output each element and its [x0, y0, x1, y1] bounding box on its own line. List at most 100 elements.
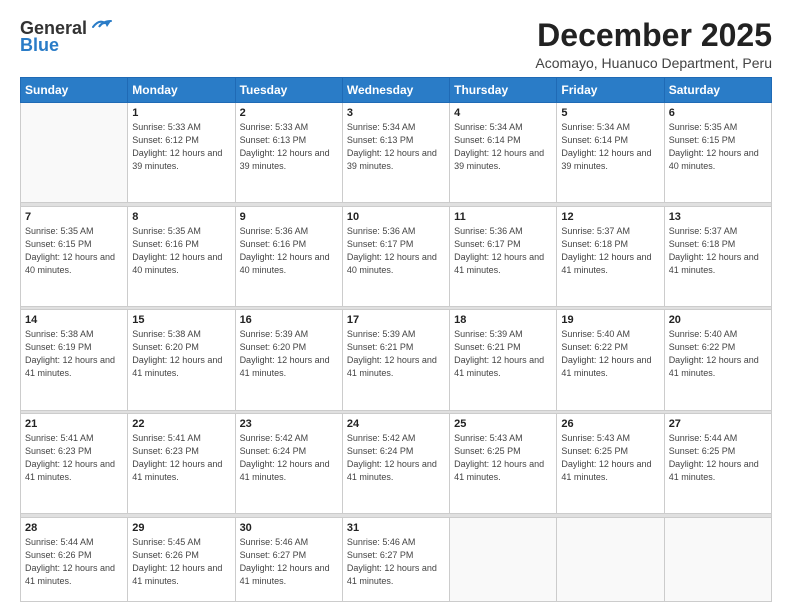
- day-info: Sunrise: 5:43 AMSunset: 6:25 PMDaylight:…: [561, 432, 659, 484]
- day-number: 3: [347, 107, 445, 119]
- day-info: Sunrise: 5:45 AMSunset: 6:26 PMDaylight:…: [132, 536, 230, 588]
- table-row: 2Sunrise: 5:33 AMSunset: 6:13 PMDaylight…: [235, 103, 342, 203]
- table-row: 24 Sunrise: 5:42 AMSunset: 6:24 PMDayligh…: [342, 413, 449, 513]
- table-row: 22 Sunrise: 5:41 AMSunset: 6:23 PMDayligh…: [128, 413, 235, 513]
- table-row: 11 Sunrise: 5:36 AMSunset: 6:17 PMDayligh…: [450, 206, 557, 306]
- table-row: [557, 517, 664, 602]
- day-info: Sunrise: 5:36 AMSunset: 6:16 PMDaylight:…: [240, 225, 338, 277]
- logo-blue-text: Blue: [20, 35, 59, 56]
- day-number: 19: [561, 314, 659, 326]
- table-row: [664, 517, 771, 602]
- calendar-row: 28Sunrise: 5:44 AMSunset: 6:26 PMDayligh…: [21, 517, 772, 602]
- day-number: 21: [25, 418, 123, 430]
- day-number: 2: [240, 107, 338, 119]
- day-info: Sunrise: 5:35 AMSunset: 6:16 PMDaylight:…: [132, 225, 230, 277]
- day-info: Sunrise: 5:39 AMSunset: 6:21 PMDaylight:…: [347, 328, 445, 380]
- day-number: 14: [25, 314, 123, 326]
- day-info: Sunrise: 5:39 AMSunset: 6:20 PMDaylight:…: [240, 328, 338, 380]
- table-row: 17 Sunrise: 5:39 AMSunset: 6:21 PMDayligh…: [342, 310, 449, 410]
- table-row: 6 Sunrise: 5:35 AMSunset: 6:15 PMDaylight…: [664, 103, 771, 203]
- day-info: Sunrise: 5:41 AMSunset: 6:23 PMDaylight:…: [25, 432, 123, 484]
- day-number: 23: [240, 418, 338, 430]
- table-row: [21, 103, 128, 203]
- table-row: 16 Sunrise: 5:39 AMSunset: 6:20 PMDayligh…: [235, 310, 342, 410]
- header: General Blue December 2025 Acomayo, Huan…: [20, 18, 772, 71]
- table-row: 8 Sunrise: 5:35 AMSunset: 6:16 PMDaylight…: [128, 206, 235, 306]
- day-info: Sunrise: 5:41 AMSunset: 6:23 PMDaylight:…: [132, 432, 230, 484]
- day-number: 13: [669, 211, 767, 223]
- table-row: [450, 517, 557, 602]
- day-number: 8: [132, 211, 230, 223]
- day-info: Sunrise: 5:42 AMSunset: 6:24 PMDaylight:…: [240, 432, 338, 484]
- table-row: 18 Sunrise: 5:39 AMSunset: 6:21 PMDayligh…: [450, 310, 557, 410]
- day-number: 20: [669, 314, 767, 326]
- header-monday: Monday: [128, 78, 235, 103]
- day-number: 26: [561, 418, 659, 430]
- table-row: 25Sunrise: 5:43 AMSunset: 6:25 PMDayligh…: [450, 413, 557, 513]
- header-thursday: Thursday: [450, 78, 557, 103]
- table-row: 30 Sunrise: 5:46 AMSunset: 6:27 PMDayligh…: [235, 517, 342, 602]
- table-row: 20Sunrise: 5:40 AMSunset: 6:22 PMDayligh…: [664, 310, 771, 410]
- calendar-row: 1Sunrise: 5:33 AMSunset: 6:12 PMDaylight…: [21, 103, 772, 203]
- day-info: Sunrise: 5:36 AMSunset: 6:17 PMDaylight:…: [454, 225, 552, 277]
- day-number: 15: [132, 314, 230, 326]
- table-row: 29 Sunrise: 5:45 AMSunset: 6:26 PMDayligh…: [128, 517, 235, 602]
- calendar-row: 7 Sunrise: 5:35 AMSunset: 6:15 PMDaylight…: [21, 206, 772, 306]
- day-info: Sunrise: 5:34 AMSunset: 6:14 PMDaylight:…: [454, 121, 552, 173]
- day-info: Sunrise: 5:37 AMSunset: 6:18 PMDaylight:…: [669, 225, 767, 277]
- table-row: 9 Sunrise: 5:36 AMSunset: 6:16 PMDaylight…: [235, 206, 342, 306]
- calendar-header-row: Sunday Monday Tuesday Wednesday Thursday…: [21, 78, 772, 103]
- day-info: Sunrise: 5:35 AMSunset: 6:15 PMDaylight:…: [669, 121, 767, 173]
- day-number: 7: [25, 211, 123, 223]
- header-saturday: Saturday: [664, 78, 771, 103]
- day-info: Sunrise: 5:42 AMSunset: 6:24 PMDaylight:…: [347, 432, 445, 484]
- logo-bird-icon: [91, 19, 113, 35]
- page: General Blue December 2025 Acomayo, Huan…: [0, 0, 792, 612]
- day-number: 24: [347, 418, 445, 430]
- day-info: Sunrise: 5:38 AMSunset: 6:19 PMDaylight:…: [25, 328, 123, 380]
- table-row: 14 Sunrise: 5:38 AMSunset: 6:19 PMDayligh…: [21, 310, 128, 410]
- header-wednesday: Wednesday: [342, 78, 449, 103]
- title-block: December 2025 Acomayo, Huanuco Departmen…: [535, 18, 772, 71]
- day-number: 9: [240, 211, 338, 223]
- day-number: 11: [454, 211, 552, 223]
- table-row: 23 Sunrise: 5:42 AMSunset: 6:24 PMDayligh…: [235, 413, 342, 513]
- table-row: 19Sunrise: 5:40 AMSunset: 6:22 PMDayligh…: [557, 310, 664, 410]
- table-row: 21 Sunrise: 5:41 AMSunset: 6:23 PMDayligh…: [21, 413, 128, 513]
- day-number: 17: [347, 314, 445, 326]
- calendar-row: 21 Sunrise: 5:41 AMSunset: 6:23 PMDayligh…: [21, 413, 772, 513]
- day-info: Sunrise: 5:38 AMSunset: 6:20 PMDaylight:…: [132, 328, 230, 380]
- table-row: 7 Sunrise: 5:35 AMSunset: 6:15 PMDaylight…: [21, 206, 128, 306]
- table-row: 15 Sunrise: 5:38 AMSunset: 6:20 PMDayligh…: [128, 310, 235, 410]
- table-row: 1Sunrise: 5:33 AMSunset: 6:12 PMDaylight…: [128, 103, 235, 203]
- day-info: Sunrise: 5:46 AMSunset: 6:27 PMDaylight:…: [347, 536, 445, 588]
- table-row: 26 Sunrise: 5:43 AMSunset: 6:25 PMDayligh…: [557, 413, 664, 513]
- table-row: 5Sunrise: 5:34 AMSunset: 6:14 PMDaylight…: [557, 103, 664, 203]
- table-row: 27Sunrise: 5:44 AMSunset: 6:25 PMDayligh…: [664, 413, 771, 513]
- table-row: 10Sunrise: 5:36 AMSunset: 6:17 PMDayligh…: [342, 206, 449, 306]
- day-number: 18: [454, 314, 552, 326]
- subtitle: Acomayo, Huanuco Department, Peru: [535, 55, 772, 71]
- header-tuesday: Tuesday: [235, 78, 342, 103]
- day-number: 12: [561, 211, 659, 223]
- day-number: 30: [240, 522, 338, 534]
- day-number: 16: [240, 314, 338, 326]
- calendar-row: 14 Sunrise: 5:38 AMSunset: 6:19 PMDayligh…: [21, 310, 772, 410]
- day-number: 22: [132, 418, 230, 430]
- day-number: 29: [132, 522, 230, 534]
- day-number: 6: [669, 107, 767, 119]
- table-row: 4 Sunrise: 5:34 AMSunset: 6:14 PMDaylight…: [450, 103, 557, 203]
- day-info: Sunrise: 5:46 AMSunset: 6:27 PMDaylight:…: [240, 536, 338, 588]
- header-sunday: Sunday: [21, 78, 128, 103]
- logo: General Blue: [20, 18, 113, 56]
- table-row: 28Sunrise: 5:44 AMSunset: 6:26 PMDayligh…: [21, 517, 128, 602]
- day-number: 4: [454, 107, 552, 119]
- day-info: Sunrise: 5:43 AMSunset: 6:25 PMDaylight:…: [454, 432, 552, 484]
- header-friday: Friday: [557, 78, 664, 103]
- day-number: 5: [561, 107, 659, 119]
- day-info: Sunrise: 5:35 AMSunset: 6:15 PMDaylight:…: [25, 225, 123, 277]
- day-number: 10: [347, 211, 445, 223]
- day-info: Sunrise: 5:44 AMSunset: 6:25 PMDaylight:…: [669, 432, 767, 484]
- day-number: 31: [347, 522, 445, 534]
- day-info: Sunrise: 5:39 AMSunset: 6:21 PMDaylight:…: [454, 328, 552, 380]
